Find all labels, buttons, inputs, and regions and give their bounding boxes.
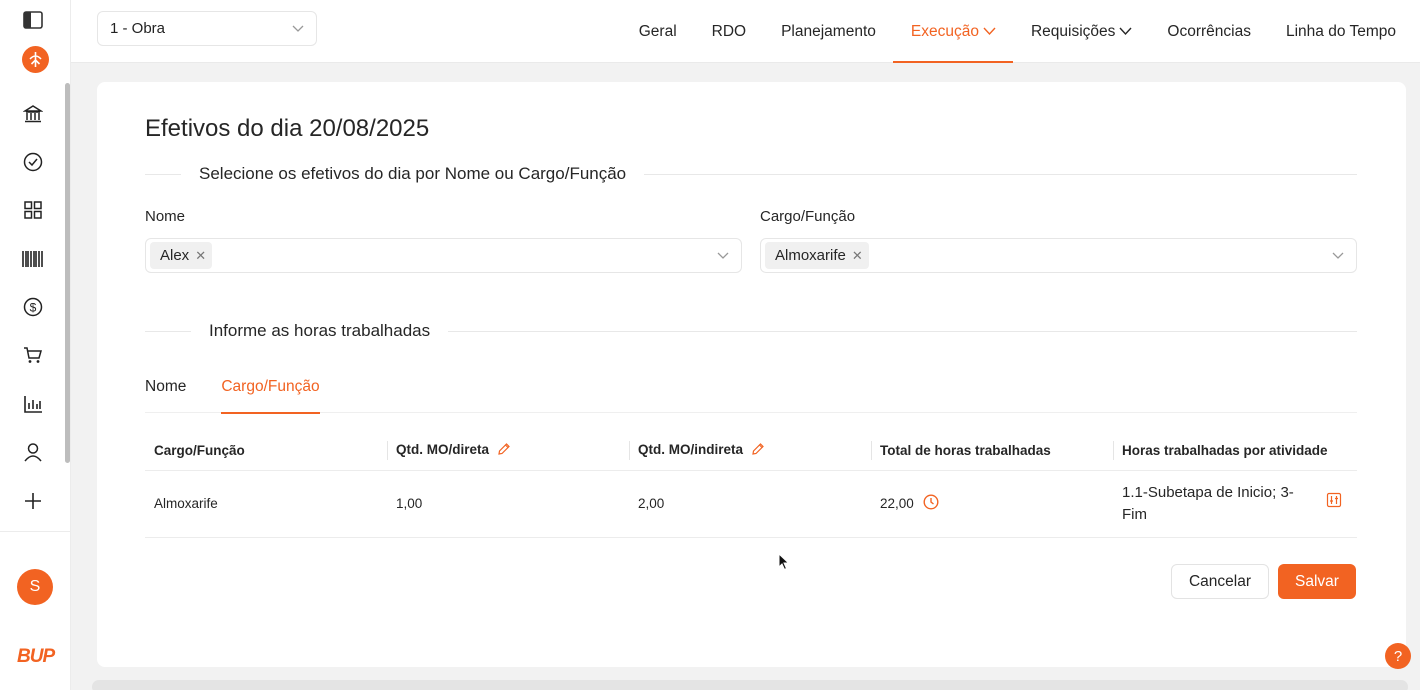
clock-icon[interactable] <box>923 494 939 513</box>
page-title: Efetivos do dia 20/08/2025 <box>145 115 430 142</box>
svg-text:$: $ <box>30 301 37 315</box>
barcode-icon[interactable] <box>21 247 45 271</box>
nav-label: Geral <box>638 22 677 40</box>
company-logo-icon[interactable] <box>22 46 49 73</box>
nav-label: Planejamento <box>781 22 876 40</box>
cell-total-horas: 22,00 <box>871 470 1113 538</box>
table-row: Almoxarife 1,00 2,00 22,00 1.1-Subetapa … <box>145 470 1357 538</box>
nome-select[interactable]: Alex ✕ <box>145 238 742 273</box>
top-nav: Geral RDO Planejamento Execução Requisiç… <box>621 0 1396 63</box>
topbar: 1 - Obra Geral RDO Planejamento Execução… <box>71 0 1420 63</box>
sidebar-toggle-icon[interactable] <box>21 8 45 32</box>
cancel-button[interactable]: Cancelar <box>1171 564 1269 599</box>
close-icon[interactable]: ✕ <box>195 248 206 264</box>
column-header: Total de horas trabalhadas <box>871 431 1113 471</box>
bank-icon[interactable] <box>21 102 45 126</box>
save-button[interactable]: Salvar <box>1278 564 1356 599</box>
section-title: Selecione os efetivos do dia por Nome ou… <box>199 164 627 183</box>
cargo-label: Cargo/Função <box>760 208 856 225</box>
nav-requisicoes[interactable]: Requisições <box>1013 0 1149 63</box>
chevron-down-icon <box>292 20 304 37</box>
sidebar: $ S BUP <box>0 0 71 690</box>
total-horas-value: 22,00 <box>880 496 914 511</box>
main-card: Efetivos do dia 20/08/2025 Selecione os … <box>97 82 1406 667</box>
nav-label: Ocorrências <box>1167 22 1251 40</box>
mouse-cursor-icon <box>778 552 790 576</box>
check-circle-icon[interactable] <box>21 150 45 174</box>
chevron-down-icon <box>983 23 996 41</box>
avatar[interactable]: S <box>17 569 53 605</box>
atividades-value: 1.1-Subetapa de Inicio; 3-Fim <box>1122 483 1294 523</box>
user-icon[interactable] <box>21 440 45 464</box>
column-header: Qtd. MO/direta <box>387 431 629 471</box>
cart-icon[interactable] <box>21 343 45 367</box>
adjust-icon[interactable] <box>1326 492 1342 515</box>
nav-label: Linha do Tempo <box>1285 22 1396 40</box>
column-header: Qtd. MO/indireta <box>629 431 871 471</box>
help-button[interactable]: ? <box>1385 643 1411 669</box>
brand-logo: BUP <box>17 646 55 667</box>
cell-mo-direta[interactable]: 1,00 <box>387 470 629 538</box>
cargo-select[interactable]: Almoxarife ✕ <box>760 238 1357 273</box>
section-divider-horas: Informe as horas trabalhadas <box>145 319 1357 343</box>
chevron-down-icon <box>1119 23 1132 41</box>
cell-atividades: 1.1-Subetapa de Inicio; 3-Fim <box>1113 470 1357 538</box>
bar-chart-icon[interactable] <box>21 392 45 416</box>
nav-execucao[interactable]: Execução <box>893 0 1014 63</box>
tag-label: Alex <box>160 247 190 264</box>
pencil-icon[interactable] <box>497 442 511 459</box>
nav-label: Requisições <box>1030 22 1116 40</box>
nav-ocorrencias[interactable]: Ocorrências <box>1150 0 1269 63</box>
tab-cargo-funcao[interactable]: Cargo/Função <box>221 364 320 414</box>
obra-select-value: 1 - Obra <box>110 20 166 37</box>
nav-rdo[interactable]: RDO <box>694 0 763 63</box>
cell-cargo: Almoxarife <box>145 470 387 538</box>
column-header: Horas trabalhadas por atividade <box>1113 431 1357 471</box>
dollar-icon[interactable]: $ <box>21 295 45 319</box>
selected-tag: Alex ✕ <box>150 242 213 269</box>
question-icon: ? <box>1393 647 1403 665</box>
pencil-icon[interactable] <box>751 442 765 459</box>
nav-linha-do-tempo[interactable]: Linha do Tempo <box>1268 0 1396 63</box>
nav-label: RDO <box>711 22 747 40</box>
nav-planejamento[interactable]: Planejamento <box>764 0 894 63</box>
column-header: Cargo/Função <box>145 431 387 471</box>
tabs: Nome Cargo/Função <box>145 364 1357 414</box>
tag-label: Almoxarife <box>775 247 846 264</box>
selected-tag: Almoxarife ✕ <box>765 242 869 269</box>
hours-table: Cargo/Função Qtd. MO/direta Qtd. MO/indi… <box>145 431 1357 538</box>
plus-icon[interactable] <box>21 489 45 513</box>
section-divider-selecao: Selecione os efetivos do dia por Nome ou… <box>145 162 1357 186</box>
section-title: Informe as horas trabalhadas <box>209 321 431 340</box>
tab-nome[interactable]: Nome <box>145 364 186 413</box>
obra-select[interactable]: 1 - Obra <box>97 11 317 46</box>
nome-label: Nome <box>145 208 186 225</box>
nav-label: Execução <box>910 22 979 40</box>
chevron-down-icon <box>1332 249 1352 263</box>
grid-icon[interactable] <box>21 198 45 222</box>
nav-geral[interactable]: Geral <box>621 0 694 63</box>
chevron-down-icon <box>717 249 737 263</box>
close-icon[interactable]: ✕ <box>852 248 863 264</box>
sidebar-scrollbar[interactable] <box>65 83 70 463</box>
sidebar-divider <box>0 531 70 532</box>
bottom-scrollbar[interactable] <box>92 680 1408 690</box>
cell-mo-indireta[interactable]: 2,00 <box>629 470 871 538</box>
